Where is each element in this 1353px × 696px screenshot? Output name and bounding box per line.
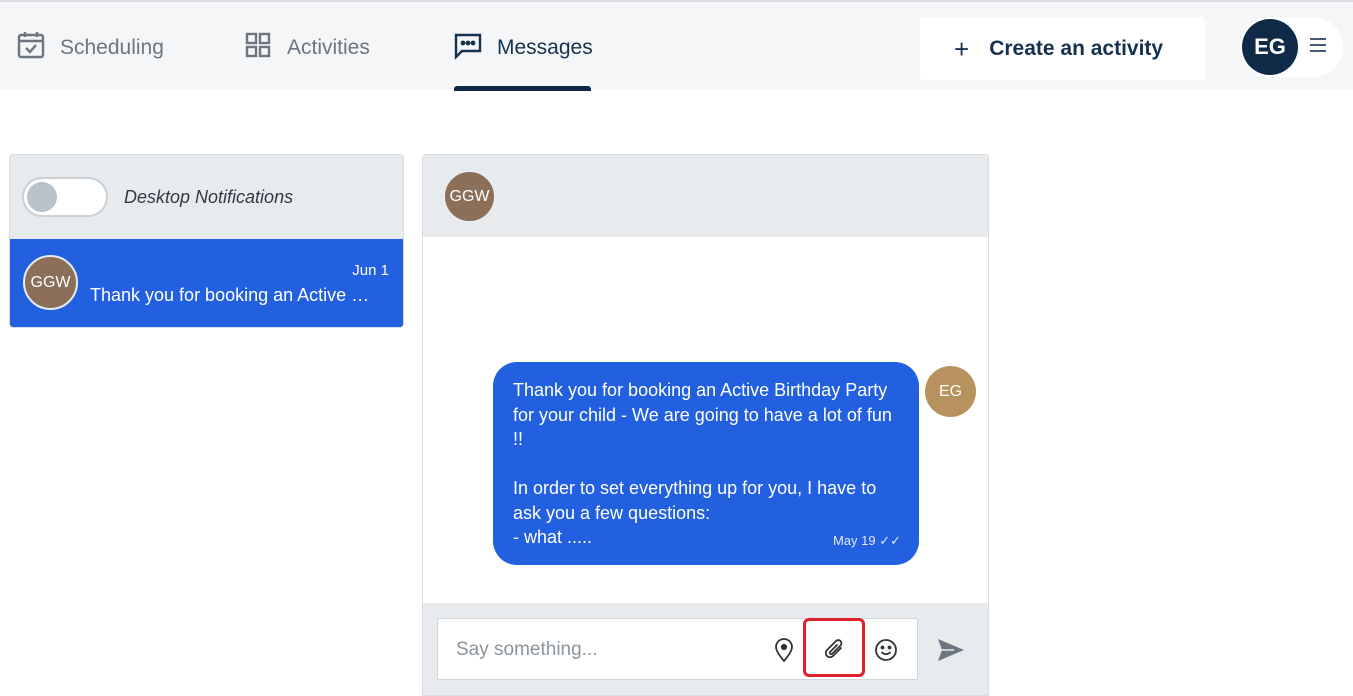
plus-icon: + [954, 33, 970, 64]
tab-messages[interactable]: Messages [453, 4, 593, 91]
avatar: GGW [23, 255, 78, 310]
conversation-item[interactable]: GGW Jun 1 Thank you for booking an Activ… [10, 239, 403, 327]
user-menu[interactable]: EG [1240, 17, 1343, 77]
message-bubble: Thank you for booking an Active Birthday… [493, 362, 919, 565]
tab-scheduling[interactable]: Scheduling [16, 4, 164, 91]
paperclip-icon[interactable] [819, 635, 849, 665]
chat-header: GGW [423, 155, 988, 237]
toggle-knob [27, 182, 57, 212]
message-input-box [437, 618, 918, 680]
desktop-notifications-toggle[interactable] [22, 177, 108, 217]
message-text: Thank you for booking an Active Birthday… [513, 380, 892, 547]
avatar: EG [925, 366, 976, 417]
active-tab-indicator [454, 86, 591, 91]
conversation-preview: Thank you for booking an Active Birthday… [90, 285, 380, 305]
send-icon[interactable] [934, 635, 968, 665]
message-timestamp: May 19 ✓✓ [832, 532, 901, 548]
emoji-icon[interactable] [871, 635, 901, 665]
calendar-check-icon [16, 30, 46, 66]
desktop-notifications-row: Desktop Notifications [10, 155, 403, 239]
create-activity-label: Create an activity [989, 36, 1164, 60]
chat-icon [453, 30, 483, 66]
tab-label: Messages [497, 35, 593, 59]
top-navigation-bar: Scheduling Activities Messages + Create … [0, 0, 1353, 91]
tab-activities[interactable]: Activities [243, 4, 370, 91]
message-composer [423, 603, 988, 695]
location-pin-icon[interactable] [769, 635, 799, 665]
create-activity-button[interactable]: + Create an activity [920, 17, 1205, 80]
grid-icon [243, 30, 273, 66]
conversation-list-panel: Desktop Notifications GGW Jun 1 Thank yo… [9, 154, 404, 328]
avatar: GGW [443, 170, 496, 223]
chat-panel: GGW Thank you for booking an Active Birt… [422, 154, 989, 696]
avatar: EG [1242, 19, 1298, 75]
tab-label: Activities [287, 35, 370, 59]
tab-label: Scheduling [60, 35, 164, 59]
message-input[interactable] [456, 635, 756, 665]
hamburger-menu-icon [1308, 35, 1328, 55]
desktop-notifications-label: Desktop Notifications [124, 186, 294, 207]
conversation-date: Jun 1 [352, 262, 389, 279]
